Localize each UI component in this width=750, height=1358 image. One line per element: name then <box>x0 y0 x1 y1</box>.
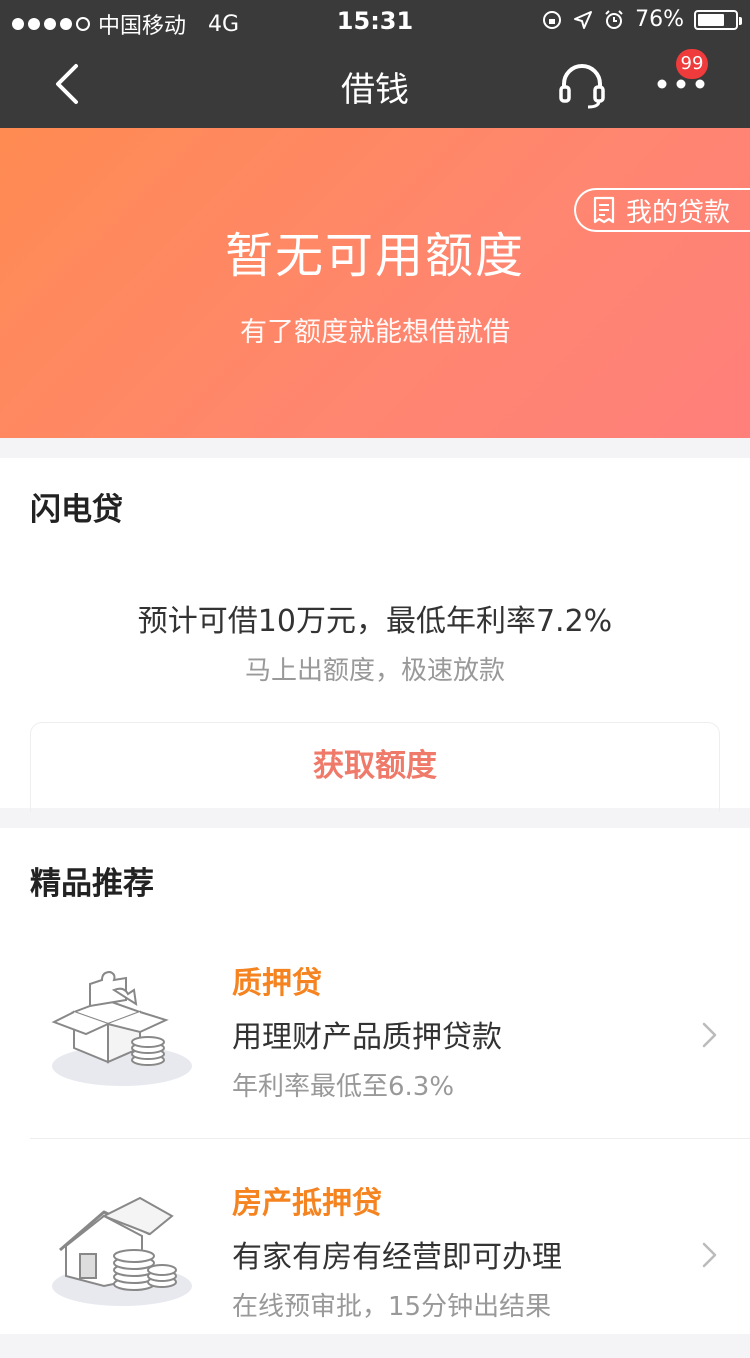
item-name: 质押贷 <box>232 966 322 1001</box>
nav-bar: 借钱 <box>0 40 750 128</box>
flash-loan-promo: 预计可借10万元，最低年利率7.2% <box>137 604 613 639</box>
chevron-right-icon <box>702 1242 717 1268</box>
flash-loan-title: 闪电贷 <box>30 492 123 528</box>
my-loans-button[interactable]: 我的贷款 <box>574 188 750 232</box>
notification-badge: 99 <box>676 49 708 79</box>
item-desc: 用理财产品质押贷款 <box>232 1020 502 1055</box>
credit-limit-banner: 暂无可用额度 有了额度就能想借就借 我的贷款 <box>0 128 750 438</box>
item-rate: 在线预审批，15分钟出结果 <box>232 1292 552 1322</box>
my-loans-label: 我的贷款 <box>626 197 731 228</box>
chevron-right-icon <box>702 1022 717 1048</box>
box-coins-illustration <box>51 970 192 1086</box>
house-coins-illustration <box>52 1196 192 1306</box>
recommend-section: 精品推荐 质押贷 用理财产品质押贷款 年利率最低至6.3% 房产抵押贷 有家有房… <box>0 828 750 1334</box>
location-arrow-icon <box>574 10 593 29</box>
customer-service-headset-icon[interactable] <box>556 60 608 112</box>
item-name: 房产抵押贷 <box>232 1186 382 1221</box>
status-bar: 中国移动 4G 15:31 76% <box>0 0 750 40</box>
receipt-icon <box>593 196 615 224</box>
alarm-icon <box>605 9 623 29</box>
no-credit-subtitle: 有了额度就能想借就借 <box>240 317 510 348</box>
recommend-title: 精品推荐 <box>30 866 154 902</box>
get-credit-button[interactable]: 获取额度 <box>30 722 720 812</box>
item-divider <box>30 1138 750 1139</box>
battery-icon <box>694 9 742 30</box>
item-rate: 年利率最低至6.3% <box>232 1072 455 1102</box>
rotation-lock-icon <box>543 10 562 29</box>
list-item-property-mortgage[interactable]: 房产抵押贷 有家有房有经营即可办理 在线预审批，15分钟出结果 <box>0 1158 750 1358</box>
battery-percent: 76% <box>635 7 684 32</box>
list-item-pledge-loan[interactable]: 质押贷 用理财产品质押贷款 年利率最低至6.3% <box>0 938 750 1138</box>
flash-loan-card: 闪电贷 预计可借10万元，最低年利率7.2% 马上出额度，极速放款 获取额度 <box>0 458 750 812</box>
item-desc: 有家有房有经营即可办理 <box>232 1240 562 1275</box>
flash-loan-promo-sub: 马上出额度，极速放款 <box>244 656 505 686</box>
page-title: 借钱 <box>341 70 409 110</box>
